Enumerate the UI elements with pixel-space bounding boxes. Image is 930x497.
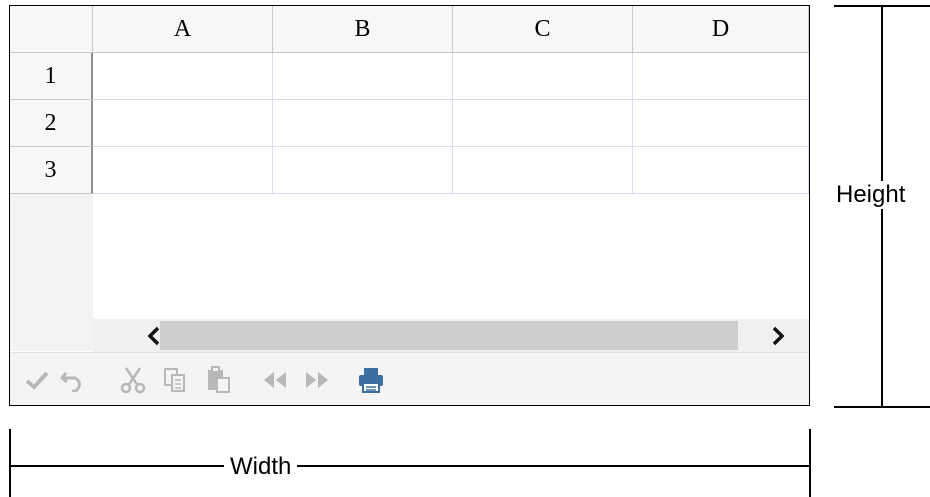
fast-forward-icon[interactable] (302, 365, 332, 395)
cell-a1[interactable] (93, 53, 273, 100)
scrollbar-thumb[interactable] (160, 321, 738, 350)
row-header-3[interactable]: 3 (10, 147, 93, 194)
toolbar (10, 352, 809, 405)
column-header-b[interactable]: B (273, 6, 453, 53)
column-header-d[interactable]: D (633, 6, 809, 53)
copy-icon[interactable] (160, 365, 190, 395)
height-label: Height (830, 181, 912, 209)
cell-b2[interactable] (273, 100, 453, 147)
cell-b3[interactable] (273, 147, 453, 194)
cell-d1[interactable] (633, 53, 809, 100)
cell-d3[interactable] (633, 147, 809, 194)
rewind-icon[interactable] (260, 365, 290, 395)
select-all-corner[interactable] (10, 6, 93, 53)
cell-a2[interactable] (93, 100, 273, 147)
row-gutter-empty (10, 194, 93, 351)
cell-c3[interactable] (453, 147, 633, 194)
print-icon[interactable] (356, 365, 386, 395)
cell-a3[interactable] (93, 147, 273, 194)
paste-icon[interactable] (204, 365, 234, 395)
cell-c2[interactable] (453, 100, 633, 147)
cell-d2[interactable] (633, 100, 809, 147)
checkmark-icon[interactable] (22, 365, 52, 395)
column-header-c[interactable]: C (453, 6, 633, 53)
row-header-2[interactable]: 2 (10, 100, 93, 147)
spreadsheet-widget: A B C D 1 2 3 (9, 5, 810, 406)
scroll-right-arrow-icon[interactable] (755, 319, 801, 352)
cell-c1[interactable] (453, 53, 633, 100)
cut-icon[interactable] (118, 365, 148, 395)
cell-b1[interactable] (273, 53, 453, 100)
undo-icon[interactable] (58, 365, 88, 395)
width-left-tick (9, 429, 11, 497)
width-label: Width (224, 453, 298, 481)
horizontal-scrollbar[interactable] (93, 319, 809, 352)
width-right-tick (809, 429, 811, 497)
row-header-1[interactable]: 1 (10, 53, 93, 100)
width-dimension-line (9, 465, 811, 467)
column-header-a[interactable]: A (93, 6, 273, 53)
